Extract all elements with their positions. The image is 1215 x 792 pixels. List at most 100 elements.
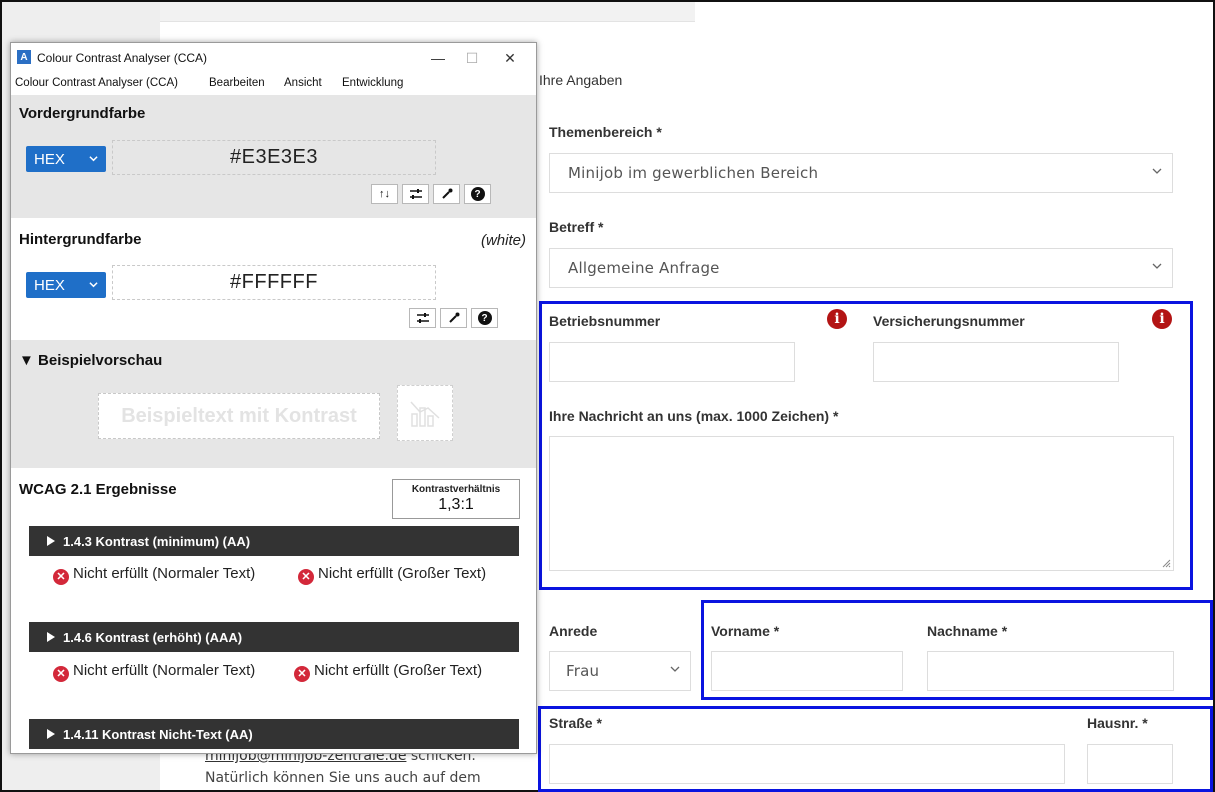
hausnr-label: Hausnr. *: [1087, 715, 1148, 731]
triangle-right-icon: [47, 632, 55, 642]
cca-window: A Colour Contrast Analyser (CCA) — ☐ ✕ C…: [10, 42, 537, 754]
result-normal-text: ✕ Nicht erfüllt (Normaler Text): [53, 565, 273, 585]
cca-logo-icon: A: [17, 50, 31, 64]
preview-chart-icon: [397, 385, 453, 441]
criterion-1-4-6-toggle[interactable]: 1.4.6 Kontrast (erhöht) (AAA): [29, 622, 519, 652]
result-text: Nicht erfüllt (Normaler Text): [73, 662, 256, 679]
cca-window-title: Colour Contrast Analyser (CCA): [37, 51, 208, 65]
chevron-down-icon: [1152, 168, 1162, 174]
fail-x-icon: ✕: [53, 569, 69, 585]
help-icon: ?: [470, 187, 485, 201]
criterion-name: 1.4.11 Kontrast Nicht-Text (AA): [63, 726, 253, 742]
menu-item-bearbeiten[interactable]: Bearbeiten: [209, 77, 265, 89]
result-text: Nicht erfüllt (Großer Text): [314, 662, 483, 679]
nachricht-label: Ihre Nachricht an uns (max. 1000 Zeichen…: [549, 408, 839, 424]
page-top-band: [160, 2, 695, 22]
page-text-line2: Natürlich können Sie uns auch auf dem: [205, 770, 481, 786]
result-normal-text: ✕ Nicht erfüllt (Normaler Text): [53, 662, 273, 682]
hausnr-input[interactable]: [1087, 744, 1173, 784]
anrede-select[interactable]: Frau: [549, 651, 691, 691]
betriebsnummer-label: Betriebsnummer: [549, 313, 661, 329]
background-hex-input[interactable]: #FFFFFF: [112, 265, 436, 300]
minimize-button[interactable]: —: [423, 47, 453, 69]
foreground-help-button[interactable]: ?: [464, 184, 491, 204]
betreff-select[interactable]: Allgemeine Anfrage: [549, 248, 1173, 288]
contrast-ratio-box: Kontrastverhältnis 1,3:1: [392, 479, 520, 519]
foreground-title: Vordergrundfarbe: [19, 105, 146, 122]
background-format-select[interactable]: HEX: [26, 272, 106, 298]
chevron-down-icon: [89, 282, 98, 288]
swap-arrows-icon: ↑↓: [379, 188, 390, 200]
criterion-1-4-3-toggle[interactable]: 1.4.3 Kontrast (minimum) (AA): [29, 526, 519, 556]
menu-item-app[interactable]: Colour Contrast Analyser (CCA): [15, 77, 178, 89]
triangle-right-icon: [47, 536, 55, 546]
versicherungsnummer-input[interactable]: [873, 342, 1119, 382]
menu-item-ansicht[interactable]: Ansicht: [284, 77, 322, 89]
background-sliders-button[interactable]: [409, 308, 436, 328]
result-text: Nicht erfüllt (Großer Text): [318, 565, 487, 582]
foreground-sliders-button[interactable]: [402, 184, 429, 204]
chevron-down-icon: [89, 156, 98, 162]
result-large-text: ✕ Nicht erfüllt (Großer Text): [298, 565, 528, 585]
nachname-input[interactable]: [927, 651, 1174, 691]
vorname-label: Vorname *: [711, 623, 780, 639]
betreff-value: Allgemeine Anfrage: [568, 259, 720, 277]
background-section: Hintergrundfarbe (white) HEX #FFFFFF ?: [11, 218, 536, 340]
foreground-section: Vordergrundfarbe HEX #E3E3E3 ↑↓ ?: [11, 95, 536, 218]
background-title: Hintergrundfarbe: [19, 231, 142, 248]
eyedropper-icon: [441, 188, 452, 199]
betreff-label: Betreff *: [549, 219, 604, 235]
strasse-input[interactable]: [549, 744, 1065, 784]
foreground-format-value: HEX: [34, 150, 65, 168]
chevron-down-icon: [670, 666, 680, 672]
fail-x-icon: ✕: [53, 666, 69, 682]
foreground-eyedropper-button[interactable]: [433, 184, 460, 204]
criterion-1-4-11-toggle[interactable]: 1.4.11 Kontrast Nicht-Text (AA): [29, 719, 519, 749]
eyedropper-icon: [448, 312, 459, 323]
strasse-label: Straße *: [549, 715, 602, 731]
result-text: Nicht erfüllt (Normaler Text): [73, 565, 256, 582]
triangle-right-icon: [47, 729, 55, 739]
themenbereich-select[interactable]: Minijob im gewerblichen Bereich: [549, 153, 1173, 193]
anrede-value: Frau: [566, 662, 600, 680]
criterion-name: 1.4.3 Kontrast (minimum) (AA): [63, 533, 251, 549]
result-large-text: ✕ Nicht erfüllt (Großer Text): [294, 662, 528, 682]
anrede-label: Anrede: [549, 623, 598, 639]
fail-x-icon: ✕: [298, 569, 314, 585]
sliders-icon: [409, 189, 422, 199]
sliders-icon: [416, 313, 429, 323]
close-button[interactable]: ✕: [495, 47, 525, 69]
background-help-button[interactable]: ?: [471, 308, 498, 328]
swap-colors-button[interactable]: ↑↓: [371, 184, 398, 204]
chevron-down-icon: [1152, 263, 1162, 269]
help-icon: ?: [477, 311, 492, 325]
info-icon[interactable]: i: [827, 309, 847, 329]
form-section-title: Ihre Angaben: [539, 72, 623, 88]
fail-x-icon: ✕: [294, 666, 310, 682]
background-format-value: HEX: [34, 276, 65, 294]
criterion-name: 1.4.6 Kontrast (erhöht) (AAA): [63, 629, 243, 645]
contrast-ratio-value: 1,3:1: [438, 496, 474, 513]
foreground-format-select[interactable]: HEX: [26, 146, 106, 172]
themenbereich-value: Minijob im gewerblichen Bereich: [568, 164, 819, 182]
preview-toggle[interactable]: ▼ Beispielvorschau: [19, 352, 162, 369]
background-eyedropper-button[interactable]: [440, 308, 467, 328]
cca-menubar: Colour Contrast Analyser (CCA) Bearbeite…: [11, 73, 536, 95]
contrast-ratio-label: Kontrastverhältnis: [411, 484, 501, 495]
maximize-button[interactable]: ☐: [457, 47, 487, 69]
themenbereich-label: Themenbereich *: [549, 124, 662, 140]
info-icon[interactable]: i: [1152, 309, 1172, 329]
betriebsnummer-input[interactable]: [549, 342, 795, 382]
bar-chart-icon: [410, 401, 440, 427]
resize-grip-icon[interactable]: [1161, 558, 1171, 568]
foreground-hex-input[interactable]: #E3E3E3: [112, 140, 436, 175]
preview-sample-text: Beispieltext mit Kontrast: [98, 393, 380, 439]
menu-item-entwicklung[interactable]: Entwicklung: [342, 77, 403, 89]
background-color-name: (white): [480, 232, 526, 249]
vorname-input[interactable]: [711, 651, 903, 691]
nachname-label: Nachname *: [927, 623, 1008, 639]
nachricht-textarea[interactable]: [549, 436, 1174, 571]
wcag-title: WCAG 2.1 Ergebnisse: [19, 481, 177, 498]
cca-titlebar[interactable]: A Colour Contrast Analyser (CCA) — ☐ ✕: [11, 43, 536, 73]
versicherungsnummer-label: Versicherungsnummer: [873, 313, 1025, 329]
